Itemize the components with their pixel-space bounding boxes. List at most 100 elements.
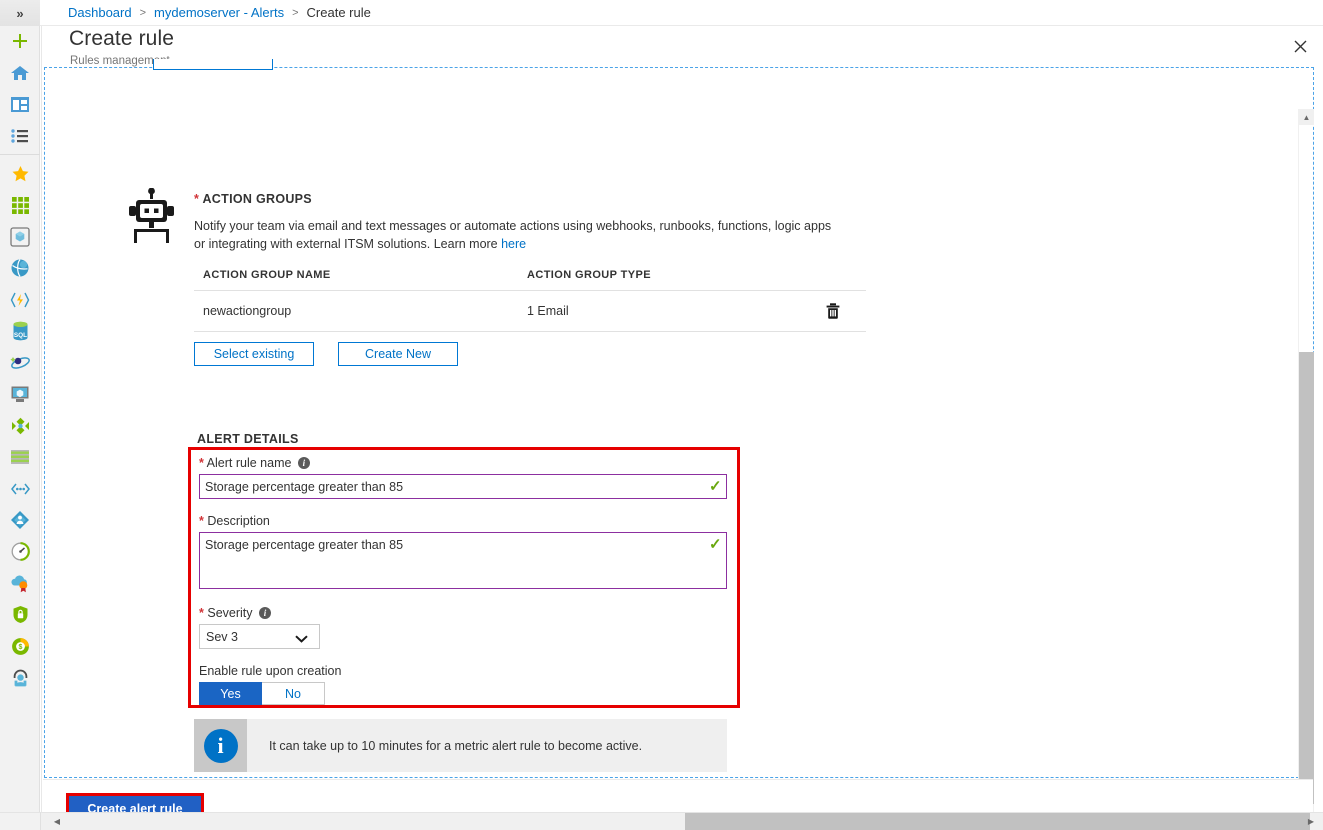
scroll-right-button[interactable]: ▶ bbox=[1303, 813, 1319, 830]
dashboard-icon bbox=[11, 97, 29, 113]
cost-management-icon: $ bbox=[11, 637, 29, 655]
breadcrumb-item-current: Create rule bbox=[306, 5, 371, 20]
plus-icon bbox=[13, 33, 27, 48]
alert-details-highlight-box: * Alert rule name i ✓ * Description Stor… bbox=[188, 447, 740, 708]
breadcrumb-item-dashboard[interactable]: Dashboard bbox=[68, 5, 132, 20]
breadcrumb: Dashboard > mydemoserver - Alerts > Crea… bbox=[40, 0, 1323, 26]
sidebar-item-sql-databases[interactable]: SQL bbox=[0, 316, 40, 348]
sidebar-item-virtual-networks[interactable] bbox=[0, 473, 40, 505]
info-tooltip-icon[interactable]: i bbox=[297, 457, 310, 469]
breadcrumb-separator: > bbox=[292, 6, 299, 19]
sidebar-item-storage-accounts[interactable] bbox=[0, 442, 40, 474]
shield-icon bbox=[13, 606, 27, 624]
virtual-machine-icon bbox=[11, 386, 29, 403]
virtual-network-icon bbox=[10, 483, 30, 495]
left-navigation-rail: » SQL $ bbox=[0, 0, 40, 830]
required-asterisk: * bbox=[199, 514, 204, 528]
storage-icon bbox=[11, 450, 29, 465]
sidebar-item-dashboard[interactable] bbox=[0, 89, 40, 121]
sidebar-item-help-and-support[interactable] bbox=[0, 662, 40, 694]
sidebar-item-function-apps[interactable] bbox=[0, 284, 40, 316]
info-icon: i bbox=[203, 728, 238, 763]
severity-label: * Severity i bbox=[199, 606, 271, 620]
caret-right-icon: ▶ bbox=[1307, 817, 1315, 826]
sidebar-item-all-services[interactable] bbox=[0, 121, 40, 153]
scroll-left-button[interactable]: ◀ bbox=[49, 813, 65, 830]
description-label-text: Description bbox=[207, 514, 270, 528]
toggle-option-no[interactable]: No bbox=[262, 682, 325, 705]
vertical-scrollbar-thumb[interactable] bbox=[1299, 352, 1314, 813]
scrollbar-corner bbox=[0, 812, 41, 830]
monitor-gauge-icon bbox=[11, 542, 30, 562]
blade-form-region: * ACTION GROUPS Notify your team via ema… bbox=[44, 59, 1314, 820]
action-groups-heading-text: ACTION GROUPS bbox=[202, 192, 312, 206]
svg-text:$: $ bbox=[18, 644, 22, 651]
alert-rule-name-label-text: Alert rule name bbox=[206, 456, 292, 470]
action-groups-table: ACTION GROUP NAME ACTION GROUP TYPE newa… bbox=[194, 266, 866, 332]
sidebar-item-resource-groups[interactable] bbox=[0, 221, 40, 253]
create-new-button[interactable]: Create New bbox=[338, 342, 458, 366]
enable-rule-label: Enable rule upon creation bbox=[199, 664, 342, 678]
sidebar-item-monitor[interactable] bbox=[0, 536, 40, 568]
required-asterisk: * bbox=[194, 192, 200, 206]
page-title: Create rule bbox=[69, 27, 174, 50]
horizontal-scrollbar-thumb[interactable] bbox=[685, 813, 1310, 830]
sidebar-item-advisor[interactable] bbox=[0, 568, 40, 600]
horizontal-scrollbar[interactable]: ◀ ▶ bbox=[41, 812, 1323, 830]
advisor-icon bbox=[11, 575, 28, 593]
rail-icon-list: SQL $ bbox=[0, 26, 40, 694]
description-label: * Description bbox=[199, 514, 270, 528]
sidebar-item-security-center[interactable] bbox=[0, 599, 40, 631]
load-balancer-icon bbox=[11, 417, 29, 434]
enable-rule-toggle: Yes No bbox=[199, 682, 325, 705]
alert-details-heading: ALERT DETAILS bbox=[197, 432, 299, 446]
toggle-option-yes[interactable]: Yes bbox=[199, 682, 262, 705]
sidebar-item-cost-management[interactable]: $ bbox=[0, 631, 40, 663]
headset-support-icon bbox=[13, 669, 27, 687]
info-tooltip-icon[interactable]: i bbox=[259, 607, 271, 619]
sidebar-item-azure-cosmos-db[interactable] bbox=[0, 347, 40, 379]
sidebar-item-virtual-machines[interactable] bbox=[0, 379, 40, 411]
cell-action-group-name: newactiongroup bbox=[203, 304, 292, 318]
svg-text:SQL: SQL bbox=[13, 332, 26, 339]
home-icon bbox=[11, 66, 29, 81]
list-icon bbox=[11, 129, 28, 143]
collapse-menu-button[interactable]: » bbox=[0, 0, 40, 26]
grid-icon bbox=[11, 196, 29, 214]
sidebar-item-app-services[interactable] bbox=[0, 253, 40, 285]
description-textarea[interactable]: Storage percentage greater than 85 bbox=[199, 532, 727, 589]
sidebar-item-favorites[interactable] bbox=[0, 158, 40, 190]
scroll-up-button[interactable]: ▲ bbox=[1299, 109, 1314, 125]
breadcrumb-separator: > bbox=[139, 6, 147, 19]
info-banner: i It can take up to 10 minutes for a met… bbox=[194, 719, 727, 772]
breadcrumb-item-alerts[interactable]: mydemoserver - Alerts bbox=[154, 5, 284, 20]
vertical-scrollbar[interactable]: ▲ ▼ bbox=[1298, 109, 1314, 820]
caret-up-icon: ▲ bbox=[1302, 112, 1311, 122]
sidebar-item-azure-active-directory[interactable] bbox=[0, 505, 40, 537]
column-header-name: ACTION GROUP NAME bbox=[203, 269, 331, 281]
alert-rule-name-input[interactable] bbox=[199, 474, 727, 499]
sidebar-item-home[interactable] bbox=[0, 58, 40, 90]
cell-action-group-type: 1 Email bbox=[527, 304, 569, 318]
action-groups-buttons: Select existing Create New bbox=[194, 342, 458, 366]
delete-action-group-button[interactable] bbox=[826, 303, 866, 319]
learn-more-link[interactable]: here bbox=[501, 237, 526, 251]
action-groups-description: Notify your team via email and text mess… bbox=[194, 217, 834, 253]
sidebar-item-load-balancers[interactable] bbox=[0, 410, 40, 442]
info-banner-icon-box: i bbox=[194, 719, 247, 772]
sidebar-item-create-resource[interactable] bbox=[0, 26, 40, 58]
close-blade-button[interactable] bbox=[1287, 33, 1313, 59]
trash-icon bbox=[826, 303, 840, 319]
function-icon bbox=[10, 292, 30, 308]
column-header-type: ACTION GROUP TYPE bbox=[527, 269, 651, 281]
sidebar-item-all-resources[interactable] bbox=[0, 190, 40, 222]
info-banner-text: It can take up to 10 minutes for a metri… bbox=[269, 738, 643, 753]
active-directory-icon bbox=[11, 511, 29, 530]
action-groups-heading: * ACTION GROUPS bbox=[194, 192, 312, 206]
select-existing-button[interactable]: Select existing bbox=[194, 342, 314, 366]
caret-left-icon: ◀ bbox=[53, 817, 61, 826]
collapse-chevron-icon: » bbox=[16, 5, 24, 21]
required-asterisk: * bbox=[199, 456, 204, 470]
severity-select[interactable]: Sev 0Sev 1Sev 2Sev 3Sev 4 bbox=[199, 624, 320, 649]
star-icon bbox=[12, 165, 28, 181]
